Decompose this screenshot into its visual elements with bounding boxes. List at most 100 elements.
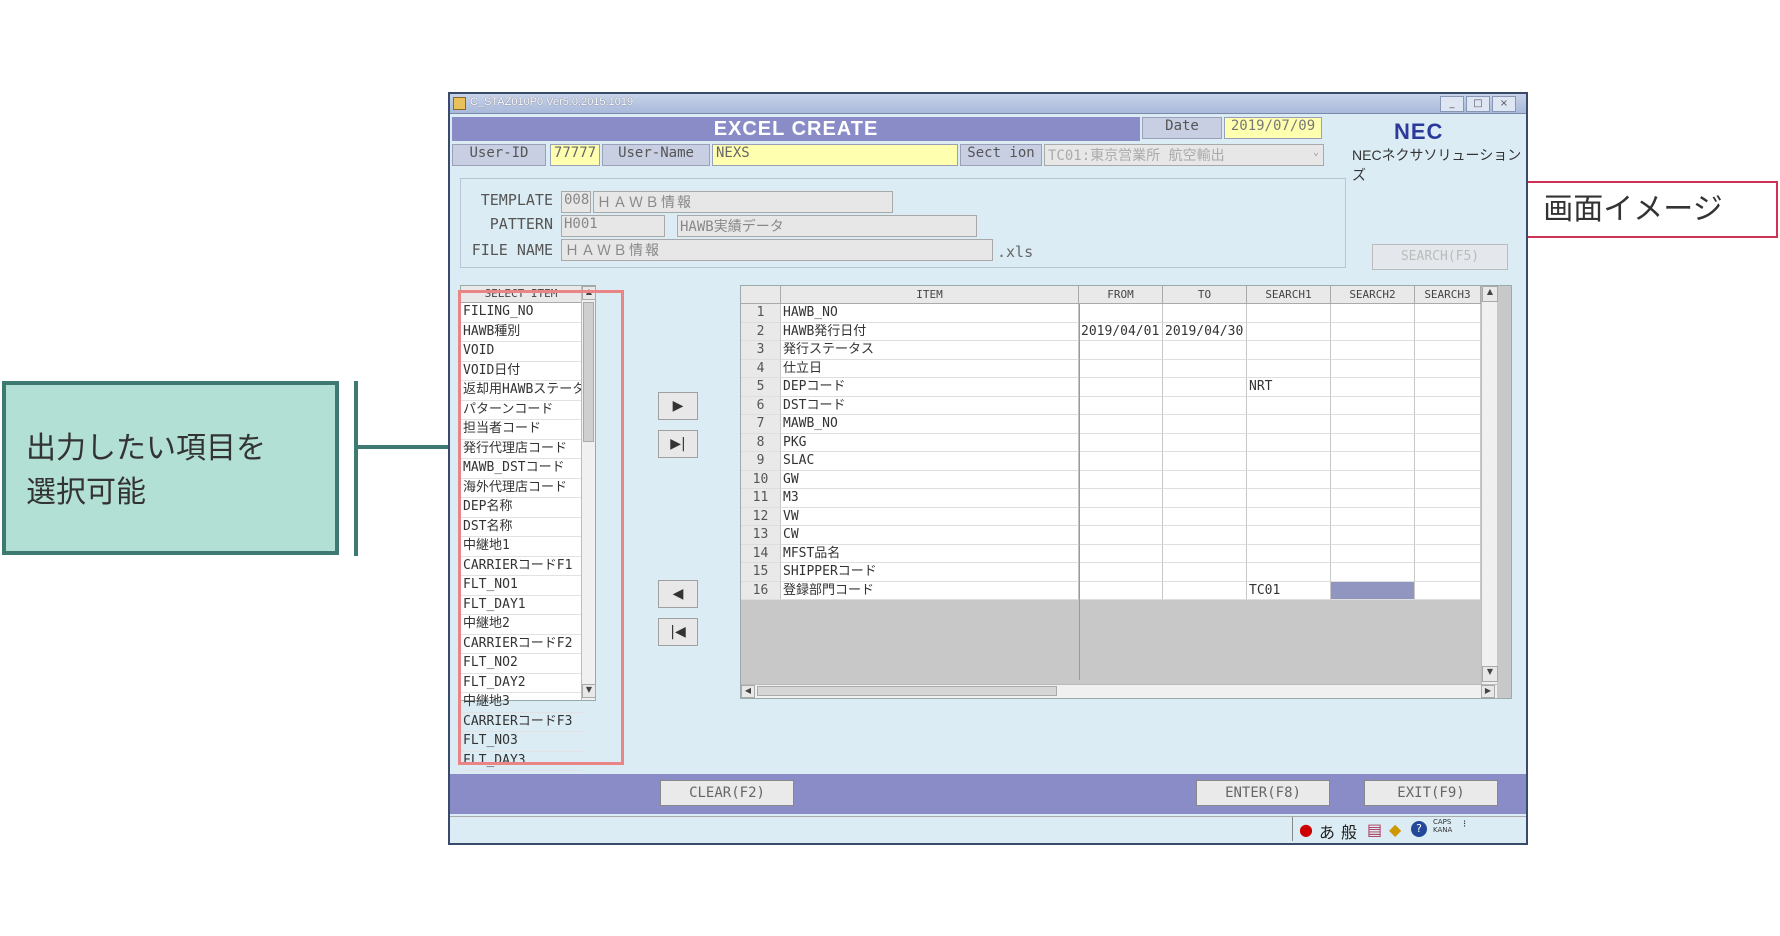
pattern-code[interactable]: H001 <box>561 215 665 237</box>
cell-to[interactable] <box>1163 581 1247 600</box>
item-grid[interactable]: ITEM FROM TO SEARCH1 SEARCH2 SEARCH3 1 HA… <box>740 285 1512 699</box>
table-row[interactable]: 13 CW <box>741 526 1481 545</box>
cell-search3[interactable] <box>1415 304 1481 323</box>
cell-from[interactable] <box>1079 470 1163 489</box>
options-icon[interactable]: ⁝ <box>1463 819 1466 830</box>
cell-item[interactable]: HAWB_NO <box>781 304 1079 323</box>
cell-search3[interactable] <box>1415 396 1481 415</box>
cell-item[interactable]: 登録部門コード <box>781 581 1079 600</box>
minimize-button[interactable]: _ <box>1440 96 1464 112</box>
cell-search2[interactable] <box>1331 507 1415 526</box>
cell-search3[interactable] <box>1415 581 1481 600</box>
cell-to[interactable] <box>1163 396 1247 415</box>
clear-button[interactable]: CLEAR(F2) <box>660 780 794 806</box>
cell-search1[interactable] <box>1247 544 1331 563</box>
cell-search3[interactable] <box>1415 433 1481 452</box>
template-code[interactable]: 008 <box>561 191 591 213</box>
cell-search2[interactable] <box>1331 378 1415 397</box>
table-row[interactable]: 6 DSTコード <box>741 396 1481 415</box>
cell-search3[interactable] <box>1415 563 1481 582</box>
cell-from[interactable] <box>1079 433 1163 452</box>
cell-from[interactable] <box>1079 507 1163 526</box>
ime-hiragana[interactable]: あ <box>1319 819 1335 843</box>
cell-search3[interactable] <box>1415 359 1481 378</box>
cell-to[interactable] <box>1163 544 1247 563</box>
table-row[interactable]: 15 SHIPPERコード <box>741 563 1481 582</box>
scroll-down-icon[interactable]: ▼ <box>1482 666 1498 682</box>
cell-search1[interactable] <box>1247 452 1331 471</box>
remove-all-button[interactable]: |◀ <box>658 618 698 646</box>
cell-from[interactable] <box>1079 544 1163 563</box>
table-row[interactable]: 2 HAWB発行日付 2019/04/01 2019/04/30 <box>741 322 1481 341</box>
cell-item[interactable]: CW <box>781 526 1079 545</box>
cell-search1[interactable] <box>1247 507 1331 526</box>
add-all-button[interactable]: ▶| <box>658 430 698 458</box>
add-item-button[interactable]: ▶ <box>658 392 698 420</box>
ime-mode[interactable]: 般 <box>1341 819 1357 843</box>
cell-search3[interactable] <box>1415 415 1481 434</box>
cell-search1[interactable] <box>1247 341 1331 360</box>
grid-hscrollbar[interactable]: ◀ ▶ <box>741 684 1497 698</box>
grid-header-search1[interactable]: SEARCH1 <box>1247 286 1331 304</box>
cell-item[interactable]: HAWB発行日付 <box>781 322 1079 341</box>
cell-to[interactable]: 2019/04/30 <box>1163 322 1247 341</box>
cell-item[interactable]: 発行ステータス <box>781 341 1079 360</box>
cell-from[interactable] <box>1079 415 1163 434</box>
cell-to[interactable] <box>1163 452 1247 471</box>
cell-search1[interactable] <box>1247 415 1331 434</box>
cell-search3[interactable] <box>1415 544 1481 563</box>
cell-search2[interactable] <box>1331 304 1415 323</box>
grid-header-item[interactable]: ITEM <box>781 286 1079 304</box>
cell-from[interactable]: 2019/04/01 <box>1079 322 1163 341</box>
cell-search1[interactable] <box>1247 489 1331 508</box>
table-row[interactable]: 3 発行ステータス <box>741 341 1481 360</box>
cell-from[interactable] <box>1079 341 1163 360</box>
cell-search1[interactable] <box>1247 433 1331 452</box>
table-row[interactable]: 10 GW <box>741 470 1481 489</box>
close-button[interactable]: × <box>1492 96 1516 112</box>
table-row[interactable]: 1 HAWB_NO <box>741 304 1481 323</box>
cell-item[interactable]: 仕立日 <box>781 359 1079 378</box>
cell-search2[interactable] <box>1331 341 1415 360</box>
cell-to[interactable] <box>1163 526 1247 545</box>
cell-search2[interactable] <box>1331 359 1415 378</box>
cell-to[interactable] <box>1163 304 1247 323</box>
cell-search3[interactable] <box>1415 470 1481 489</box>
cell-from[interactable] <box>1079 489 1163 508</box>
cell-search2[interactable] <box>1331 544 1415 563</box>
dictionary-icon[interactable]: ▤ <box>1367 820 1382 839</box>
cell-to[interactable] <box>1163 470 1247 489</box>
scroll-left-icon[interactable]: ◀ <box>741 685 755 698</box>
cell-search2[interactable] <box>1331 489 1415 508</box>
cell-search2[interactable] <box>1331 526 1415 545</box>
cell-search1[interactable] <box>1247 322 1331 341</box>
table-row[interactable]: 5 DEPコード NRT <box>741 378 1481 397</box>
cell-search3[interactable] <box>1415 378 1481 397</box>
cell-from[interactable] <box>1079 396 1163 415</box>
cell-search1[interactable] <box>1247 526 1331 545</box>
cell-from[interactable] <box>1079 359 1163 378</box>
cell-from[interactable] <box>1079 526 1163 545</box>
cell-item[interactable]: VW <box>781 507 1079 526</box>
cell-search2[interactable] <box>1331 470 1415 489</box>
cell-search2[interactable] <box>1331 581 1415 600</box>
cell-to[interactable] <box>1163 415 1247 434</box>
filename-input[interactable]: ＨＡＷＢ情報 <box>561 239 993 261</box>
table-row[interactable]: 9 SLAC <box>741 452 1481 471</box>
cell-search2[interactable] <box>1331 563 1415 582</box>
cell-search3[interactable] <box>1415 452 1481 471</box>
cell-search2[interactable] <box>1331 396 1415 415</box>
grid-header-search2[interactable]: SEARCH2 <box>1331 286 1415 304</box>
cell-search1[interactable] <box>1247 359 1331 378</box>
search-button[interactable]: SEARCH(F5) <box>1372 244 1508 270</box>
scroll-up-icon[interactable]: ▲ <box>1482 286 1498 302</box>
cell-item[interactable]: DEPコード <box>781 378 1079 397</box>
cell-search3[interactable] <box>1415 341 1481 360</box>
maximize-button[interactable]: □ <box>1466 96 1490 112</box>
cell-to[interactable] <box>1163 359 1247 378</box>
cell-search3[interactable] <box>1415 526 1481 545</box>
cell-search1[interactable] <box>1247 396 1331 415</box>
cell-search2[interactable] <box>1331 322 1415 341</box>
cell-to[interactable] <box>1163 507 1247 526</box>
table-row[interactable]: 8 PKG <box>741 433 1481 452</box>
